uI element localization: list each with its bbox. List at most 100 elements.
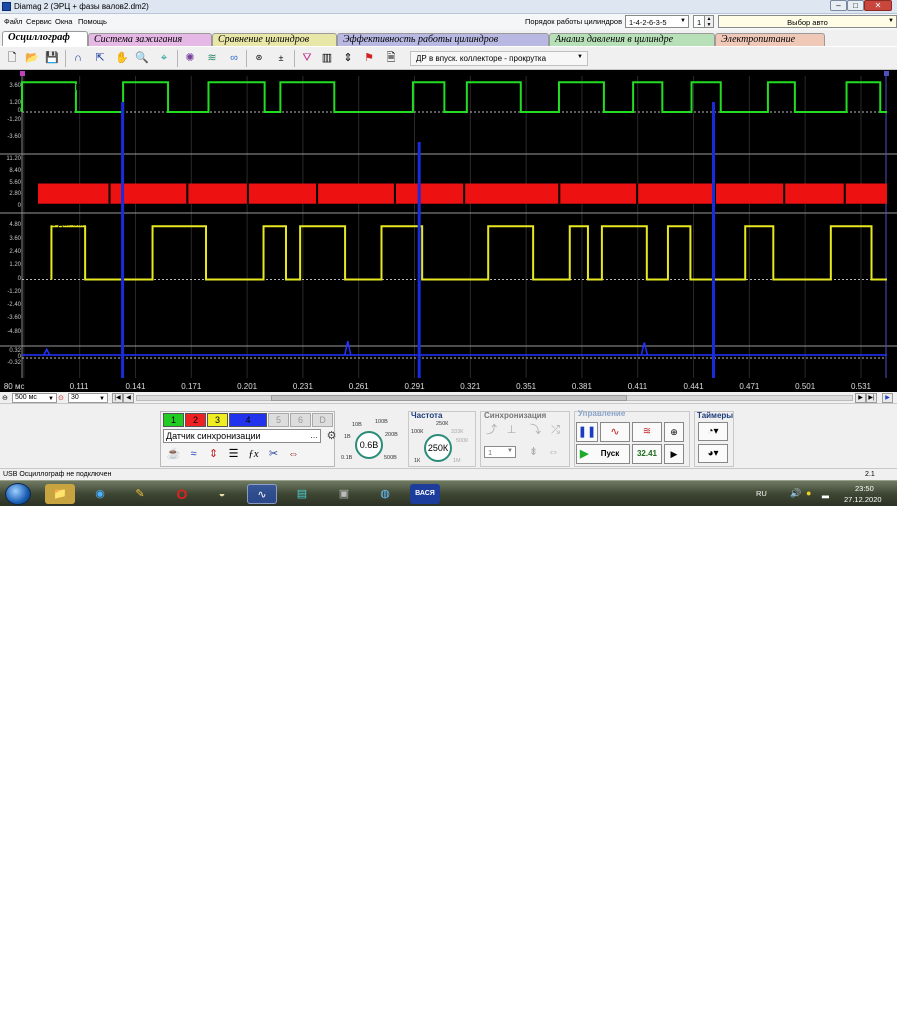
close-button[interactable]: ✕ [864, 0, 892, 11]
cursor-icon[interactable]: ⇔ [286, 447, 301, 462]
sine-generator-button[interactable]: ∿ [600, 422, 630, 442]
sync-sensor-field[interactable]: Датчик синхронизации… [163, 429, 321, 443]
minus-icon[interactable]: ⊖ [2, 394, 8, 402]
taskbar-hdd[interactable]: ◒ [207, 484, 237, 504]
start-button[interactable] [5, 483, 31, 505]
offset-icon[interactable]: ⇕ [206, 447, 221, 462]
auto-play-button[interactable]: ▶ [664, 444, 684, 464]
document-icon[interactable]: 🗎 [383, 50, 399, 66]
wave-overlay-icon[interactable]: ∞ [226, 50, 242, 66]
start-label: Пуск [600, 449, 620, 458]
taskbar-media[interactable]: ◉ [85, 484, 115, 504]
last-frame-button[interactable]: ▶| [866, 393, 877, 403]
tab-power-supply[interactable]: Электропитание [715, 33, 825, 46]
hand-icon[interactable]: ✋ [114, 50, 130, 66]
tab-cylinder-efficiency[interactable]: Эффективность работы цилиндров [337, 33, 549, 46]
tab-oscilloscope[interactable]: Осциллограф [2, 31, 88, 46]
new-file-icon[interactable]: 🗋 [4, 50, 20, 66]
frequency-knob[interactable]: 250К [424, 434, 452, 462]
sensor-settings-icon[interactable]: ⚙ [324, 429, 339, 444]
taskbar-camera[interactable]: ▣ [329, 484, 359, 504]
menu-file[interactable]: Файл [4, 17, 22, 26]
taskbar-scope[interactable]: ▤ [287, 484, 317, 504]
control-title: Управление [578, 409, 626, 418]
auto-scale-button[interactable]: ⊕ [664, 422, 684, 442]
next-frame-button[interactable]: ▶ [855, 393, 866, 403]
menu-help[interactable]: Помощь [78, 17, 107, 26]
sync-auto-icon[interactable]: ⤮ [548, 423, 563, 438]
sync-move-icon[interactable]: ⇔ [546, 445, 561, 460]
taskbar-opera[interactable]: O [167, 484, 197, 504]
horizontal-scrollbar[interactable] [136, 395, 853, 401]
open-folder-icon[interactable]: 📂 [24, 50, 40, 66]
voltage-knob[interactable]: 0.6В [355, 431, 383, 459]
pause-button[interactable]: ❚❚ [576, 422, 598, 442]
tools-icon[interactable]: ✂ [266, 447, 281, 462]
taskbar-vasya[interactable]: ВАСЯ [410, 484, 440, 504]
ellipsis-icon[interactable]: … [310, 431, 318, 440]
play-forward-button[interactable]: ▶ [882, 393, 893, 403]
taskbar-diamag[interactable]: ∿ [247, 484, 277, 504]
channel-digital-button[interactable]: D [312, 413, 333, 427]
car-select[interactable]: Выбор авто ▼ [718, 15, 897, 28]
chevron-down-icon: ▼ [99, 396, 105, 402]
cylinder-number-spinner[interactable]: ▲ ▼ [704, 15, 714, 28]
timebase-select[interactable]: 500 мс ▼ [12, 393, 57, 403]
power-icon[interactable]: ● [806, 488, 811, 498]
signal-mode-button[interactable]: ≋ [632, 422, 662, 442]
tab-pressure-analysis[interactable]: Анализ давления в цилиндре [549, 33, 715, 46]
maximize-button[interactable]: □ [847, 0, 864, 11]
buffer-count-select[interactable]: 30 ▼ [68, 393, 108, 403]
table-icon[interactable]: ▥ [319, 50, 335, 66]
status-text: USB Осциллограф не подключен [3, 471, 112, 478]
sync-rise-icon[interactable]: ⤴ [484, 423, 499, 438]
math-icon[interactable]: ± [273, 50, 289, 66]
channel-5-button[interactable]: 5 [268, 413, 289, 427]
filter-icon[interactable]: ⛛ [299, 50, 315, 66]
network-tray-icon[interactable]: ▂ [822, 488, 829, 499]
save-icon[interactable]: 💾 [44, 50, 60, 66]
language-indicator[interactable]: RU [756, 489, 767, 498]
oscilloscope-view[interactable]: 1 Канал № 1 (В) 2 ДПКВ Холла (В) 3 прост… [0, 70, 897, 392]
first-frame-button[interactable]: |◀ [112, 393, 123, 403]
function-icon[interactable]: ƒx [246, 447, 261, 462]
timer-2-button[interactable]: ◕▾ [698, 444, 728, 463]
zoom-icon[interactable]: 🔍 [134, 50, 150, 66]
wave-compare-icon[interactable]: ≋ [204, 50, 220, 66]
channel-1-button[interactable]: 1 [163, 413, 184, 427]
invert-icon[interactable]: ≈ [186, 447, 201, 462]
fit-icon[interactable]: ⌖ [156, 50, 172, 66]
sensor-preset-select[interactable]: ДР в впуск. коллекторе - прокрутка ▼ [410, 51, 588, 66]
volume-icon[interactable]: 🔊 [790, 488, 801, 499]
timer-1-button[interactable]: ◔▾ [698, 422, 728, 441]
markers-icon[interactable]: ✺ [182, 50, 198, 66]
channel-4-button[interactable]: 4 [229, 413, 267, 427]
channel-6-button[interactable]: 6 [290, 413, 311, 427]
sync-window-icon[interactable]: ⇟ [526, 445, 541, 460]
spread-icon[interactable]: ⇕ [340, 50, 356, 66]
menu-service[interactable]: Сервис [26, 17, 52, 26]
stretch-icon[interactable]: ⇱ [92, 50, 108, 66]
sync-fall-icon[interactable]: ⤵ [528, 423, 543, 438]
grid-lines-icon[interactable]: ☰ [226, 447, 241, 462]
tab-cylinder-compare[interactable]: Сравнение цилиндров [212, 33, 337, 46]
menu-windows[interactable]: Окна [55, 17, 72, 26]
minimize-button[interactable]: – [830, 0, 847, 11]
channel-2-button[interactable]: 2 [185, 413, 206, 427]
taskbar-network[interactable]: ◍ [370, 484, 400, 504]
sync-channel-select[interactable]: 1 ▼ [484, 446, 516, 458]
record-icon[interactable]: ⊙ [58, 394, 64, 402]
probe-icon[interactable]: ☕ [166, 447, 181, 462]
channel-3-button[interactable]: 3 [207, 413, 228, 427]
loop-icon[interactable]: ∩ [70, 50, 86, 66]
start-button[interactable]: ▶ Пуск [576, 444, 630, 464]
tab-ignition[interactable]: Система зажигания [88, 33, 212, 46]
prev-frame-button[interactable]: ◀ [123, 393, 134, 403]
sync-level-icon[interactable]: ⊥ [504, 423, 519, 438]
flag-icon[interactable]: ⚑ [361, 50, 377, 66]
auto-icon[interactable]: ⊛ [251, 50, 267, 66]
cylinder-order-select[interactable]: 1-4-2-6-3-5 ▼ [625, 15, 689, 28]
taskbar-explorer[interactable]: 📁 [45, 484, 75, 504]
taskbar-paint[interactable]: ✎ [125, 484, 155, 504]
scrollbar-thumb[interactable] [271, 395, 627, 401]
